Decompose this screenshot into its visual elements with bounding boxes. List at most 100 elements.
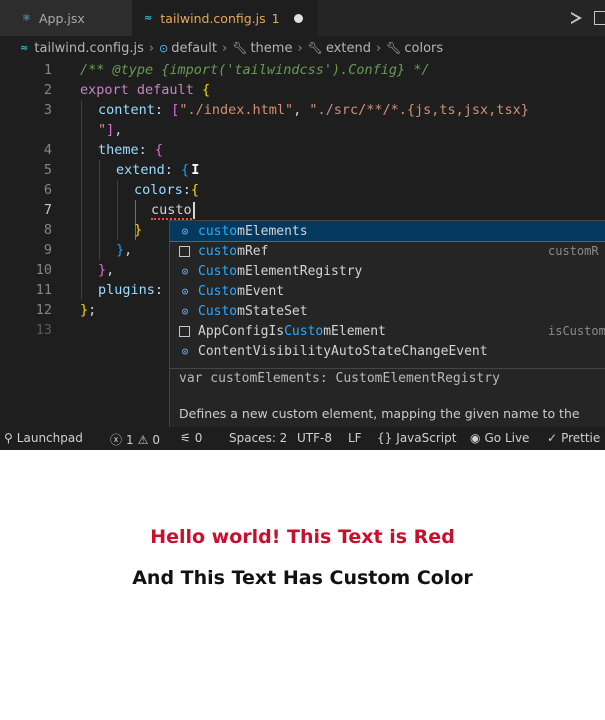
tab-app-jsx[interactable]: ⚛ App.jsx [0,0,132,36]
suggestion-rest: mElements [237,223,308,239]
line-number: 5 [43,162,52,178]
suggestion-item[interactable]: ⊙ CustomEvent [170,281,605,301]
check-icon: ✓ [547,431,558,445]
launchpad-status[interactable]: ⚲ Launchpad [4,431,83,445]
line-number: 4 [43,142,52,158]
tab-label: App.jsx [38,10,85,26]
chevron-right-icon: › [297,40,303,56]
code-property: plugins [98,282,155,298]
code-property: colors [134,182,183,198]
error-icon: ⓧ [110,433,123,447]
code-line-6[interactable]: colors:{ [134,180,199,200]
breadcrumb-file[interactable]: tailwind.config.js [34,41,143,56]
breadcrumb-default[interactable]: default [171,41,217,56]
code-line-3-wrap[interactable]: "], [98,120,122,140]
prettier-status[interactable]: ✓ Prettie [547,431,600,445]
encoding-status[interactable]: UTF-8 [297,431,332,445]
breadcrumb-theme[interactable]: theme [250,41,292,56]
suggestion-match: Custo [198,283,238,299]
code-line-9[interactable]: }, [116,240,132,260]
suggestion-match: custo [198,223,238,239]
suggestion-item[interactable]: ⊙ customElements [170,221,605,242]
module-icon: ⊙ [159,41,169,55]
tailwind-icon: ≈ [144,12,153,24]
custom-color-heading: And This Text Has Custom Color [132,567,473,589]
line-number: 13 [35,322,52,338]
unsaved-dot-icon[interactable] [293,13,303,23]
line-number: 9 [43,242,52,258]
chevron-right-icon: › [375,40,382,56]
line-number: 3 [43,102,52,118]
code-property: theme [98,142,139,158]
suggestion-item[interactable]: ⊙ CustomStateSet [170,301,605,321]
go-live-button[interactable]: ◉ Go Live [470,431,529,445]
code-line-10[interactable]: }, [98,260,114,280]
suggestion-label: ContentVisibilityAutoStateChangeEvent [198,343,488,359]
go-live-label: Go Live [484,431,530,445]
line-number: 1 [43,62,52,78]
suggestion-detail: isCustomElemen [548,324,605,338]
line-number: 2 [43,82,52,98]
red-heading: Hello world! This Text is Red [150,526,455,548]
code-line-4[interactable]: theme: { [98,140,163,160]
suggestion-prefix: AppConfigIs [198,323,285,339]
suggestion-rest: mElementRegistry [237,263,363,279]
code-line-7[interactable]: custo [151,200,195,220]
suggestion-rest: mEvent [237,283,285,299]
indent-guide [81,100,82,300]
code-line-2[interactable]: export default { [80,80,210,100]
line-number: 8 [43,222,52,238]
indent-guide [99,160,100,260]
breadcrumb-colors[interactable]: colors [404,41,443,56]
suggestion-item[interactable]: ⊙ ContentVisibilityAutoStateChangeEvent [170,341,605,361]
run-icon[interactable] [571,12,582,24]
language-label: JavaScript [396,431,457,445]
property-icon: 🔧︎ [386,41,402,55]
code-line-12[interactable]: }; [80,300,96,320]
rocket-icon: ⚲ [4,431,13,445]
breadcrumb-extend[interactable]: extend [326,41,371,56]
line-number: 11 [35,282,52,298]
autocomplete-suggest-widget[interactable]: ⊙ customElements customRef customR ⊙ Cus… [169,220,605,430]
braces-icon: {} [377,431,393,445]
indentation-status[interactable]: Spaces: 2 [229,431,287,445]
suggestion-item[interactable]: customRef customR [170,241,605,261]
suggestion-signature: var customElements: CustomElementRegistr… [179,371,500,386]
suggestion-item[interactable]: ⊙ CustomElementRegistry [170,261,605,281]
problems-status[interactable]: ⓧ 1 ⚠ 0 [110,431,160,448]
language-status[interactable]: {} JavaScript [377,431,456,445]
code-line-8[interactable]: } [134,220,142,240]
code-string: "./index.html" [179,102,294,118]
code-line-5[interactable]: extend: {I [116,160,199,180]
tailwind-icon: ≈ [20,42,29,54]
line-number: 10 [35,262,52,278]
tab-tailwind-config[interactable]: ≈ tailwind.config.js 1 [132,0,318,36]
code-line-11[interactable]: plugins: [98,280,163,300]
code-line-1[interactable]: /** @type {import('tailwindcss').Config}… [80,60,430,80]
suggestion-match: Custo [198,263,238,279]
variable-icon: ⊙ [181,344,189,358]
chevron-right-icon: › [148,40,155,56]
ports-status[interactable]: ⚟ 0 [180,431,202,445]
code-keyword: export [80,82,129,98]
split-editor-icon[interactable] [594,11,605,25]
suggestion-item[interactable]: AppConfigIsCustomElement isCustomElemen [170,321,605,341]
status-bar: ⚲ Launchpad ⓧ 1 ⚠ 0 ⚟ 0 Spaces: 2 UTF-8 … [0,427,605,450]
tab-bar: ⚛ App.jsx ≈ tailwind.config.js 1 [0,0,605,36]
ports-count: 0 [194,431,203,445]
suggestion-match: custo [198,243,238,259]
property-icon: 🔧︎ [232,41,248,55]
indent-guide [117,180,118,240]
variable-icon: ⊙ [181,224,189,238]
tab-label: tailwind.config.js [160,10,266,26]
launchpad-label: Launchpad [16,431,83,445]
line-number-active: 7 [43,202,52,218]
interface-icon [179,325,190,337]
browser-preview: Hello world! This Text is Red And This T… [0,450,605,720]
eol-status[interactable]: LF [348,431,362,445]
code-line-3[interactable]: content: ["./index.html", "./src/**/*.{j… [98,100,529,120]
suggestion-match: Custo [198,303,238,319]
problem-count: 1 [271,10,280,26]
suggestion-rest: mElement [323,323,386,339]
interface-icon [179,245,190,257]
